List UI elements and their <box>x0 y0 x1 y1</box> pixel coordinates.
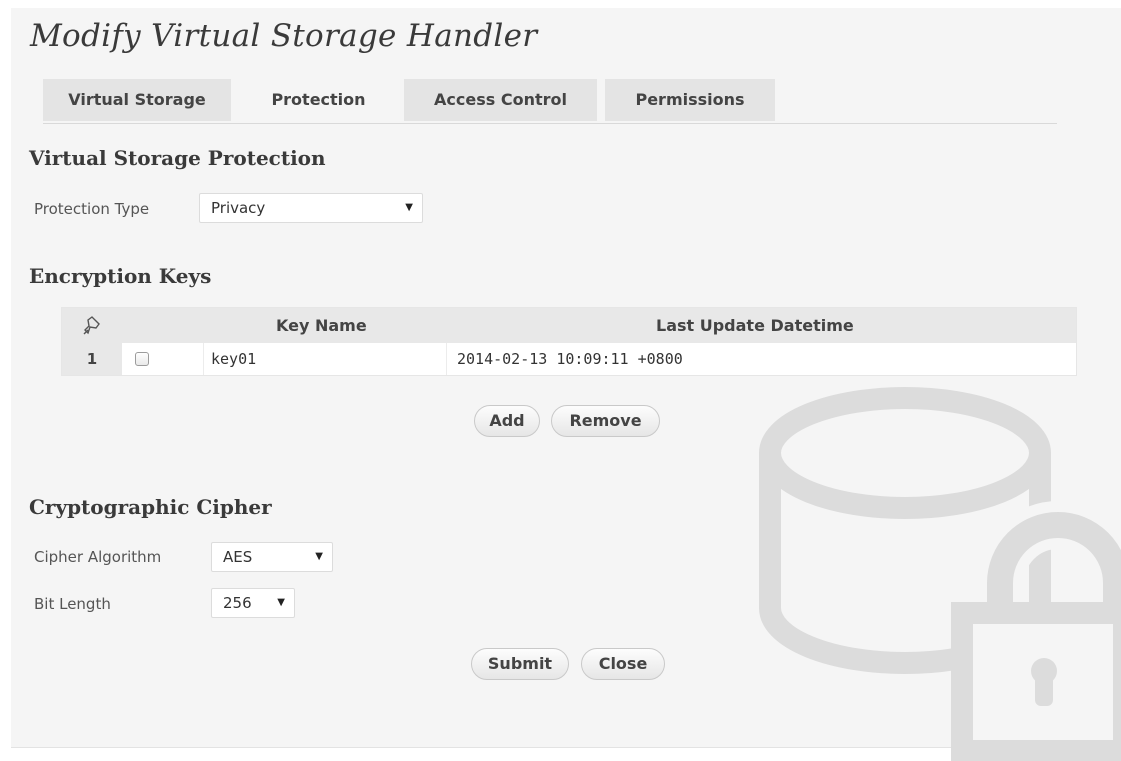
encryption-keys-heading: Encryption Keys <box>29 264 212 288</box>
encryption-keys-table: Key Name Last Update Datetime 1 key01 20… <box>61 307 1077 376</box>
protection-type-label: Protection Type <box>34 200 150 218</box>
close-button[interactable]: Close <box>581 648 665 680</box>
table-row[interactable]: 1 key01 2014-02-13 10:09:11 +0800 <box>62 343 1076 375</box>
pin-icon <box>83 316 100 335</box>
column-key-name: Key Name <box>276 316 367 335</box>
submit-button[interactable]: Submit <box>471 648 569 680</box>
row-number: 1 <box>62 343 122 375</box>
database-lock-icon <box>759 387 1121 761</box>
cipher-algorithm-value: AES <box>223 548 253 566</box>
cipher-algorithm-select[interactable]: AES ▼ <box>211 542 333 572</box>
protection-type-value: Privacy <box>211 199 266 217</box>
protection-heading: Virtual Storage Protection <box>29 146 326 170</box>
chevron-down-icon: ▼ <box>315 551 323 562</box>
tab-protection[interactable]: Protection <box>241 79 396 121</box>
tab-bar: Virtual Storage Protection Access Contro… <box>43 79 1057 124</box>
protection-type-select[interactable]: Privacy ▼ <box>199 193 423 223</box>
chevron-down-icon: ▼ <box>405 202 413 213</box>
row-select-checkbox[interactable] <box>135 352 149 366</box>
column-last-update: Last Update Datetime <box>656 316 854 335</box>
remove-button[interactable]: Remove <box>551 405 660 437</box>
bit-length-select[interactable]: 256 ▼ <box>211 588 295 618</box>
chevron-down-icon: ▼ <box>277 597 285 608</box>
tab-permissions[interactable]: Permissions <box>605 79 775 121</box>
table-header: Key Name Last Update Datetime <box>62 308 1076 343</box>
dialog-panel: Modify Virtual Storage Handler Virtual S… <box>11 8 1121 761</box>
add-button[interactable]: Add <box>474 405 540 437</box>
last-update-cell: 2014-02-13 10:09:11 +0800 <box>457 350 683 368</box>
cipher-heading: Cryptographic Cipher <box>29 495 272 519</box>
bit-length-label: Bit Length <box>34 595 111 613</box>
cipher-algorithm-label: Cipher Algorithm <box>34 548 162 566</box>
dialog-title: Modify Virtual Storage Handler <box>30 18 538 54</box>
tab-virtual-storage[interactable]: Virtual Storage <box>43 79 231 121</box>
key-name-cell: key01 <box>211 350 257 368</box>
tab-access-control[interactable]: Access Control <box>404 79 597 121</box>
bit-length-value: 256 <box>223 594 252 612</box>
